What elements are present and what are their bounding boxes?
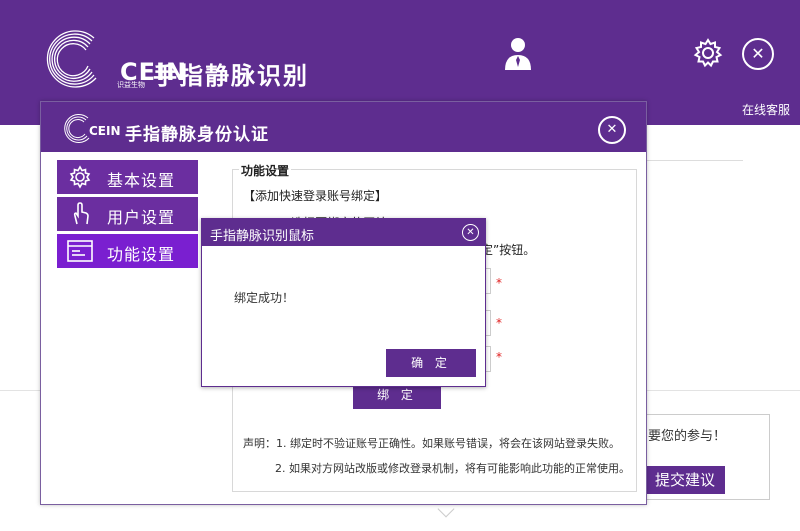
suggestion-text: 要您的参与！ [648,429,727,444]
menu-item-label: 用户设置 [107,208,176,227]
window-icon [67,240,93,262]
brand-name: CEIN [89,124,121,138]
cein-logo-icon [46,30,97,88]
message-dialog: 手指静脉识别鼠标 ✕ 绑定成功！ 确 定 [201,218,486,387]
panel-legend: 功能设置 [239,162,292,179]
required-mark: * [496,316,502,330]
gear-icon [69,165,91,189]
app-title: 手指静脉识别 [153,62,309,90]
confirm-button[interactable]: 确 定 [386,349,476,377]
disclaimer-note-1: 声明：1. 绑定时不验证账号正确性。如果账号错误，将会在该网站登录失败。 [243,437,620,450]
dialog-message: 绑定成功！ [234,291,295,305]
close-icon[interactable]: ✕ [742,38,774,70]
menu-item-basic-settings[interactable]: 基本设置 [57,160,198,194]
quick-bind-title: 【添加快速登录账号绑定】 [243,189,388,203]
menu-item-label: 基本设置 [107,171,176,190]
divider [647,160,743,161]
gear-icon[interactable] [692,37,724,69]
brand-subtitle: 识益生物 [117,81,145,89]
step2-text: 定”按钮。 [481,243,536,257]
auth-window-header: CEIN 手指静脉身份认证 ✕ [41,102,646,152]
dialog-title: 手指静脉识别鼠标 [210,229,315,244]
required-mark: * [496,350,502,364]
menu-item-label: 功能设置 [107,245,176,264]
user-icon[interactable] [503,36,533,70]
disclaimer-note-2: 2. 如果对方网站改版或修改登录机制，将有可能影响此功能的正常使用。 [275,462,630,475]
menu-item-user-settings[interactable]: 用户设置 [57,197,198,231]
online-service-link[interactable]: 在线客服 [742,101,790,118]
required-mark: * [496,276,502,290]
close-icon[interactable]: ✕ [598,116,626,144]
dialog-header: 手指静脉识别鼠标 ✕ [202,219,485,246]
close-icon[interactable]: ✕ [462,224,479,241]
hand-pointer-icon [73,202,89,225]
auth-window-title: 手指静脉身份认证 [125,125,269,145]
menu-item-function-settings[interactable]: 功能设置 [57,234,198,268]
submit-suggestion-button[interactable]: 提交建议 [645,466,725,494]
